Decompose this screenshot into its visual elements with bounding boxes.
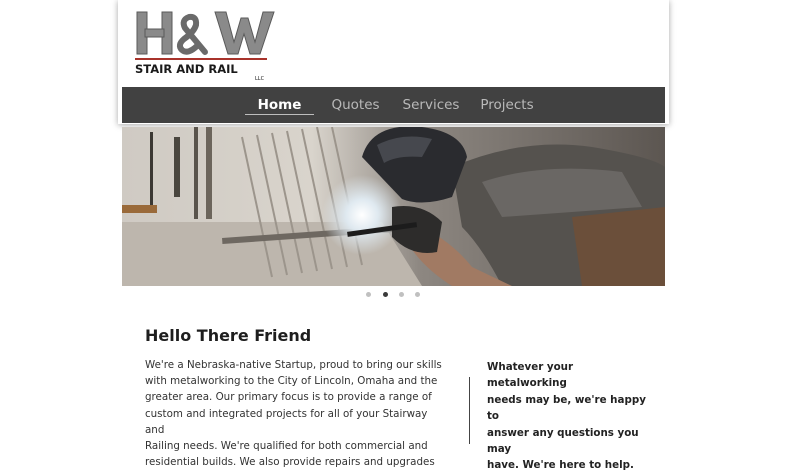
carousel-dot-3[interactable] bbox=[399, 292, 404, 297]
main-navigation: Home Quotes Services Projects bbox=[122, 87, 665, 123]
site-header: STAIR AND RAIL LLC bbox=[122, 0, 665, 87]
aside-line: needs may be, we're happy to bbox=[487, 393, 646, 423]
aside-line: Whatever your metalworking bbox=[487, 361, 574, 390]
page-heading: Hello There Friend bbox=[145, 326, 312, 345]
logo-subtitle: STAIR AND RAIL bbox=[135, 62, 238, 76]
intro-line: with metalworking to the City of Lincoln… bbox=[145, 375, 438, 388]
hero-carousel-image[interactable] bbox=[122, 127, 665, 286]
intro-paragraph: We're a Nebraska-native Startup, proud t… bbox=[145, 357, 445, 470]
nav-projects[interactable]: Projects bbox=[478, 87, 536, 123]
intro-line: We're a Nebraska-native Startup, proud t… bbox=[145, 359, 442, 371]
aside-callout: Whatever your metalworking needs may be,… bbox=[487, 359, 652, 474]
brand-logo[interactable]: STAIR AND RAIL LLC bbox=[135, 8, 277, 82]
aside-line: have. We're here to help. bbox=[487, 459, 634, 472]
nav-quotes[interactable]: Quotes bbox=[326, 87, 385, 123]
nav-services[interactable]: Services bbox=[399, 87, 463, 123]
intro-line: custom and integrated projects for all o… bbox=[145, 407, 428, 436]
intro-line: residential builds. We also provide repa… bbox=[145, 456, 435, 469]
nav-home[interactable]: Home bbox=[245, 87, 314, 123]
nav-active-underline bbox=[245, 114, 314, 115]
carousel-dot-4[interactable] bbox=[415, 292, 420, 297]
carousel-indicators bbox=[364, 292, 424, 300]
logo-llc: LLC bbox=[255, 76, 265, 82]
aside-divider bbox=[469, 377, 470, 444]
aside-line: answer any questions you may bbox=[487, 426, 639, 456]
carousel-dot-1[interactable] bbox=[366, 292, 371, 297]
intro-line: greater area. Our primary focus is to pr… bbox=[145, 391, 432, 404]
welder-photo bbox=[122, 127, 665, 286]
carousel-dot-2[interactable] bbox=[383, 292, 388, 297]
intro-line: Railing needs. We're qualified for both … bbox=[145, 440, 428, 453]
